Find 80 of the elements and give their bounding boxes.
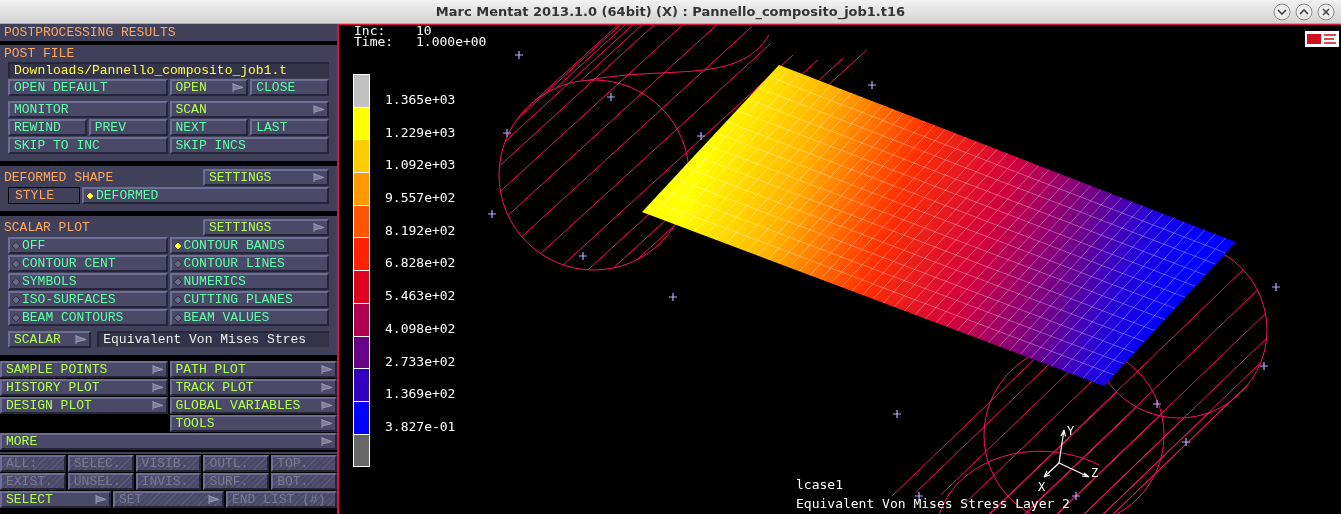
maximize-icon[interactable] [1295, 3, 1313, 21]
inc-label: Inc: [354, 25, 386, 36]
scale-value: 1.229e+03 [385, 124, 456, 142]
menu-button[interactable]: SETTINGS [203, 169, 329, 186]
inc-value: 10 [416, 25, 432, 36]
action-button[interactable]: PREV [88, 119, 168, 136]
submenu-arrow-icon [75, 335, 88, 344]
menu-button[interactable]: SCAN [169, 101, 329, 118]
radio-button[interactable]: OFF [8, 237, 168, 254]
axis-label: X [1038, 480, 1046, 494]
scale-value: 2.733e+02 [385, 353, 456, 371]
submenu-arrow-icon [151, 401, 164, 410]
panel-title: POSTPROCESSING RESULTS [0, 24, 337, 45]
scale-value: 1.092e+03 [385, 157, 456, 175]
radio-button[interactable]: BEAM VALUES [169, 309, 329, 326]
radio-button[interactable]: CUTTING PLANES [169, 291, 329, 308]
scale-value: 4.098e+02 [385, 320, 456, 338]
menu-button[interactable]: SCALAR [8, 331, 92, 348]
axis-label: Z [1091, 466, 1099, 480]
radio-button[interactable]: CONTOUR CENT [8, 255, 168, 272]
scale-value: 1.365e+03 [385, 92, 456, 109]
window-title: Marc Mentat 2013.1.0 (64bit) (X) : Pannello_composito_job1.t16 [435, 4, 906, 19]
action-button[interactable]: SKIP INCS [169, 137, 329, 154]
menu-button[interactable]: TOOLS [169, 415, 337, 432]
submenu-arrow-icon [321, 419, 333, 428]
submenu-arrow-icon [313, 223, 325, 232]
menu-button[interactable]: GLOBAL VARIABLES [169, 397, 337, 414]
time-value: 1.000e+00 [416, 36, 487, 47]
scalar-field[interactable]: Equivalent Von Mises Stres [97, 331, 329, 347]
radio-button[interactable]: BEAM CONTOURS [8, 309, 168, 326]
action-button[interactable]: CLOSE [250, 79, 329, 96]
menu-button[interactable]: HISTORY PLOT [0, 379, 168, 396]
radio-button[interactable]: CONTOUR BANDS [169, 237, 329, 254]
radio-button[interactable]: DEFORMED [82, 187, 329, 204]
menu-button[interactable]: MORE [0, 433, 337, 450]
action-button[interactable]: OPEN DEFAULT [8, 79, 168, 96]
submenu-arrow-icon [321, 383, 333, 392]
submenu-arrow-icon [313, 173, 325, 182]
radio-button[interactable]: ISO-SURFACES [8, 291, 168, 308]
action-button[interactable]: LAST [250, 119, 329, 136]
menu-button[interactable]: SETTINGS [203, 219, 329, 236]
submenu-arrow-icon [95, 495, 107, 504]
close-icon[interactable] [1317, 3, 1335, 21]
load-case-label: lcase1 [796, 476, 843, 494]
menu-button[interactable]: SELECT [0, 491, 111, 508]
scale-value: 9.557e+02 [385, 190, 456, 208]
menu-button[interactable]: DESIGN PLOT [0, 397, 168, 414]
menu-button[interactable]: TRACK PLOT [169, 379, 337, 396]
action-button[interactable]: MONITOR [8, 101, 168, 118]
action-button[interactable]: SKIP TO INC [8, 137, 168, 154]
scale-value: 6.828e+02 [385, 255, 456, 273]
radio-button[interactable]: NUMERICS [169, 273, 329, 290]
section-title: SCALAR PLOT [4, 219, 90, 236]
submenu-arrow-icon [232, 83, 245, 92]
scale-value: 3.827e-01 [385, 418, 456, 436]
action-button[interactable]: NEXT [169, 119, 249, 136]
logo-icon [1305, 31, 1339, 47]
file-path-field[interactable]: Downloads/Pannello_composito_job1.t [8, 62, 329, 78]
section-title: DEFORMED SHAPE [4, 169, 114, 186]
radio-button[interactable]: SYMBOLS [8, 273, 168, 290]
submenu-arrow-icon [321, 365, 333, 374]
submenu-arrow-icon [321, 401, 333, 410]
action-button[interactable]: REWIND [8, 119, 87, 136]
submenu-arrow-icon [313, 105, 325, 114]
section-title: POST FILE [4, 45, 75, 62]
submenu-arrow-icon [208, 495, 220, 504]
submenu-arrow-icon [151, 365, 164, 374]
minimize-icon[interactable] [1273, 3, 1291, 21]
time-label: Time: [354, 36, 395, 47]
menu-button[interactable]: PATH PLOT [169, 361, 337, 378]
submenu-arrow-icon [151, 383, 164, 392]
menu-button[interactable]: OPEN [169, 79, 249, 96]
style-label: STYLE [8, 187, 80, 204]
scale-value: 1.369e+02 [385, 386, 456, 404]
scale-value: 5.463e+02 [385, 288, 456, 306]
menu-button[interactable]: SAMPLE POINTS [0, 361, 168, 378]
scale-value: 8.192e+02 [385, 222, 456, 240]
submenu-arrow-icon [321, 437, 333, 446]
radio-button[interactable]: CONTOUR LINES [169, 255, 329, 272]
axis-label: Y [1067, 425, 1075, 438]
